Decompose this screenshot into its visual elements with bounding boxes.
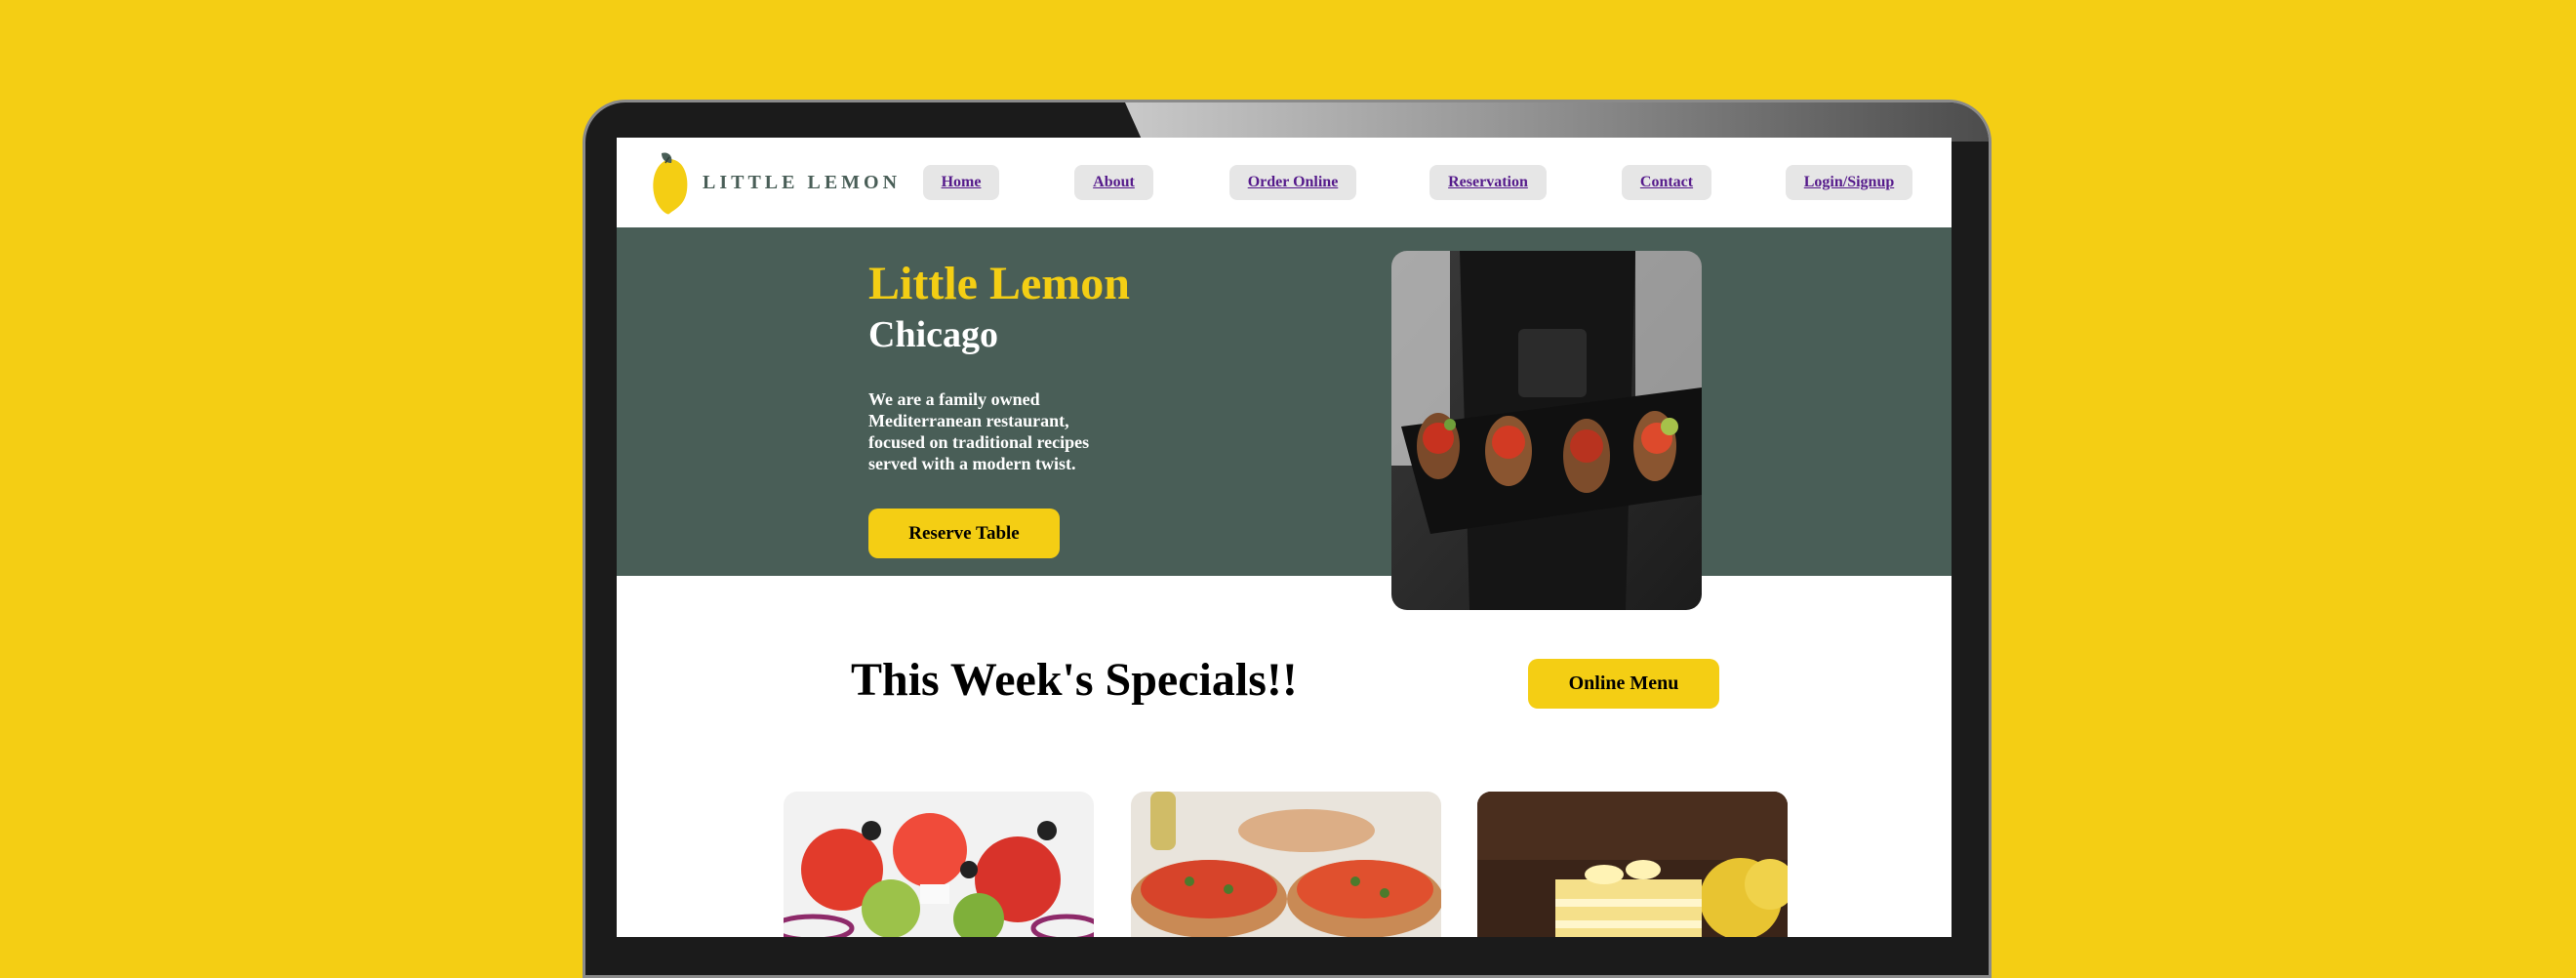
nav-reservation[interactable]: Reservation bbox=[1429, 165, 1547, 200]
hero-image bbox=[1391, 251, 1702, 610]
hero-section: Little Lemon Chicago We are a family own… bbox=[617, 227, 1952, 576]
special-card-image-lemon-dessert[interactable] bbox=[1477, 792, 1788, 937]
special-card-image-greek-salad[interactable] bbox=[784, 792, 1094, 937]
nav-contact[interactable]: Contact bbox=[1622, 165, 1711, 200]
lemon-dessert-icon bbox=[1477, 792, 1788, 937]
reserve-table-button[interactable]: Reserve Table bbox=[868, 509, 1060, 558]
bruschetta-icon bbox=[1131, 792, 1441, 937]
logo[interactable]: LITTLE LEMON bbox=[648, 149, 901, 216]
brand-name: LITTLE LEMON bbox=[703, 171, 902, 193]
hero-subtitle: Chicago bbox=[868, 314, 998, 355]
lemon-logo-icon bbox=[653, 152, 688, 215]
screen-glare bbox=[1125, 102, 1989, 142]
nav-order-online[interactable]: Order Online bbox=[1229, 165, 1356, 200]
greek-salad-icon bbox=[784, 792, 1094, 937]
hero-title: Little Lemon bbox=[868, 258, 1130, 309]
hero-description: We are a family owned Mediterranean rest… bbox=[868, 389, 1090, 473]
nav-about[interactable]: About bbox=[1074, 165, 1153, 200]
chef-holding-bruschetta-platter-icon bbox=[1391, 251, 1702, 610]
top-navigation: LITTLE LEMON Home About Order Online Res… bbox=[617, 138, 1952, 227]
nav-home[interactable]: Home bbox=[923, 165, 999, 200]
nav-login-signup[interactable]: Login/Signup bbox=[1786, 165, 1912, 200]
special-card-image-bruschetta[interactable] bbox=[1131, 792, 1441, 937]
browser-viewport: LITTLE LEMON Home About Order Online Res… bbox=[617, 138, 1952, 937]
specials-title: This Week's Specials!! bbox=[851, 654, 1298, 706]
online-menu-button[interactable]: Online Menu bbox=[1528, 659, 1719, 709]
